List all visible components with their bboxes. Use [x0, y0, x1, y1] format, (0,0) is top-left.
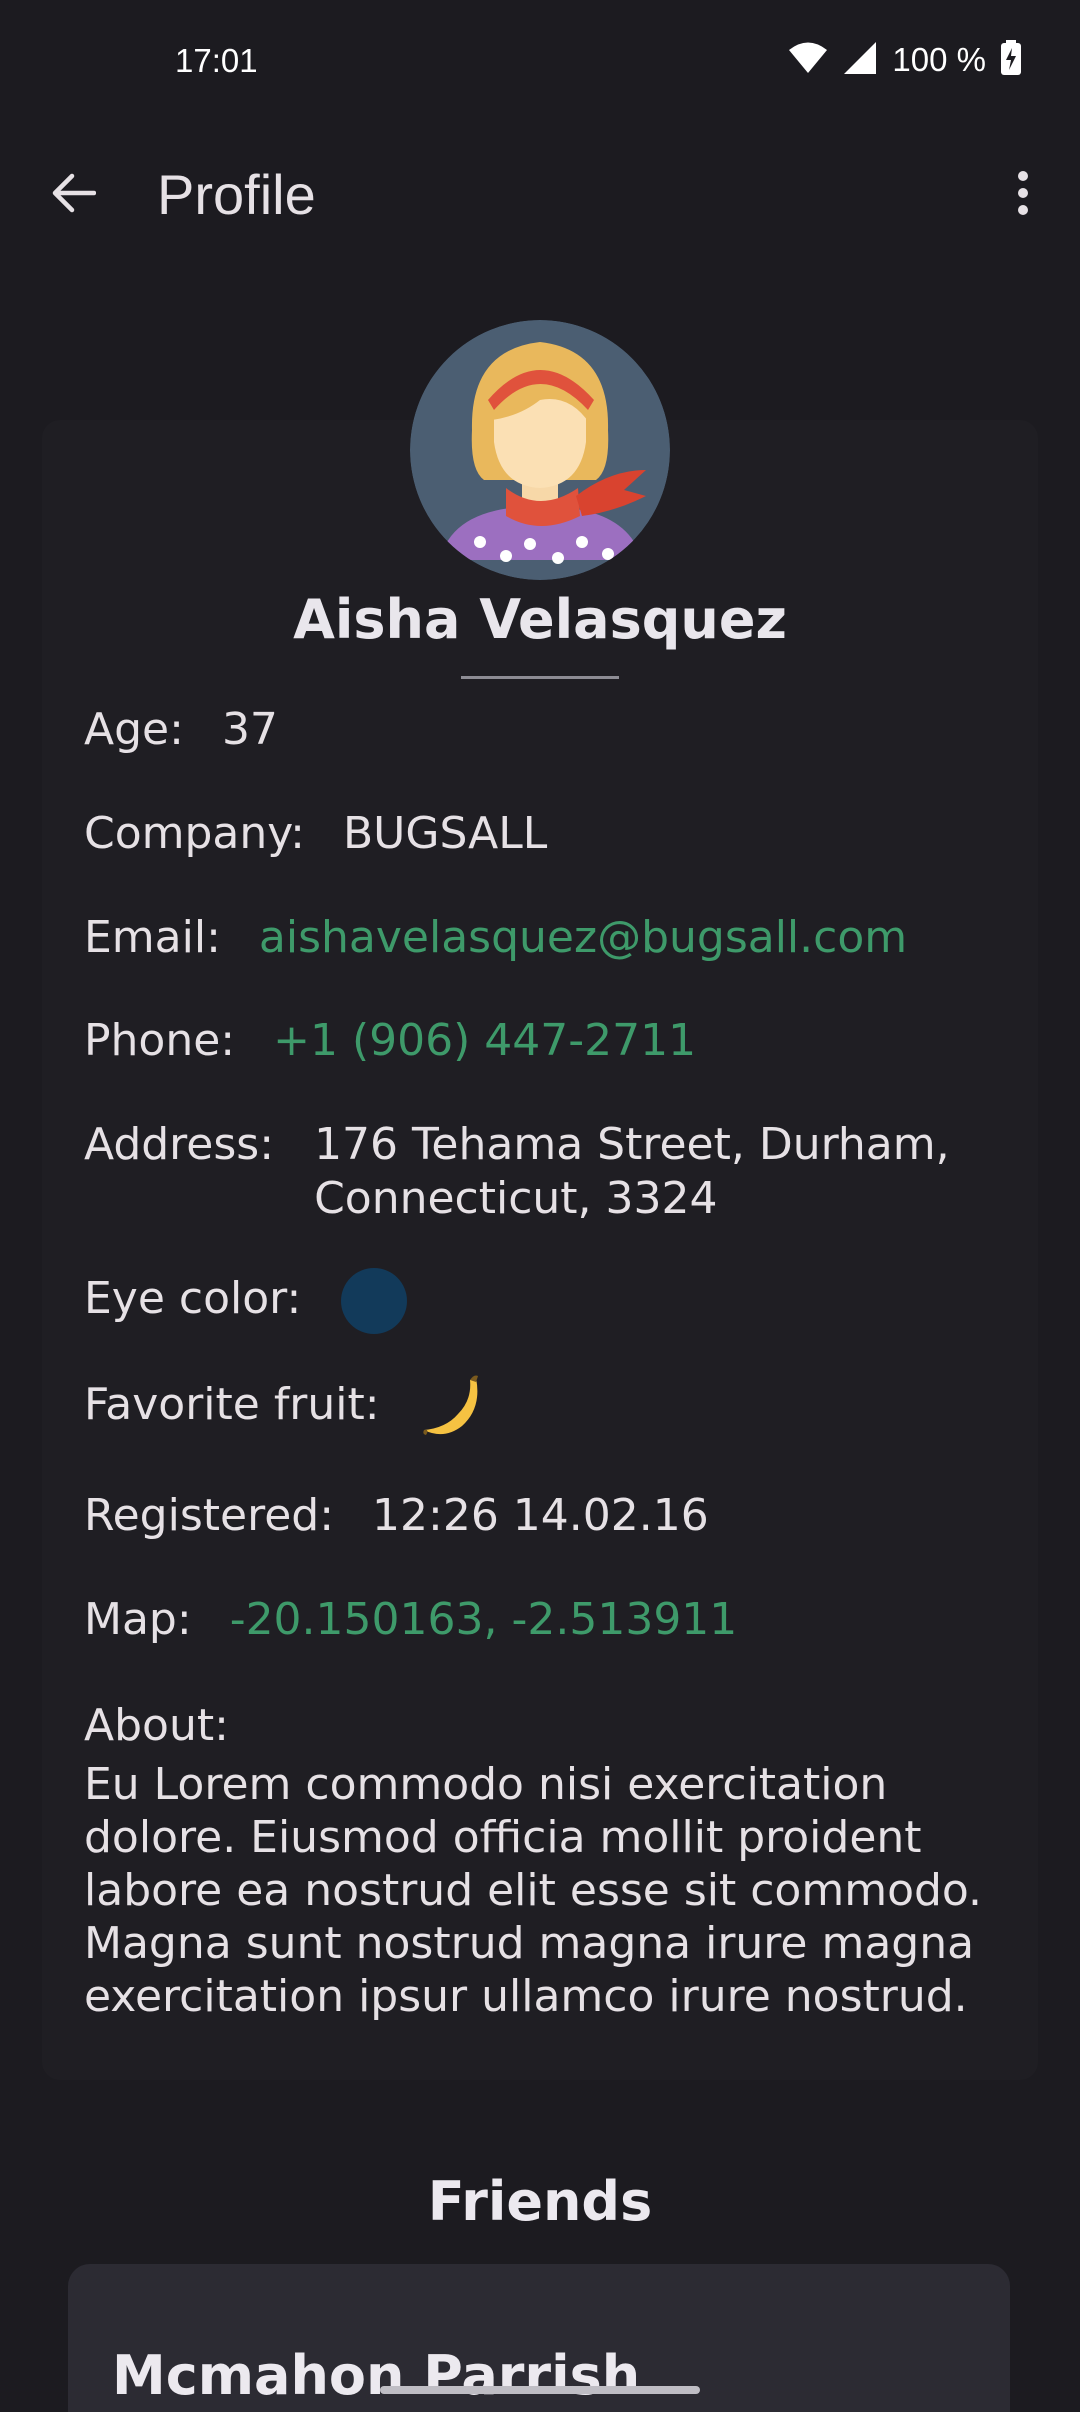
address-line-1: 176 Tehama Street, Durham, — [314, 1119, 950, 1170]
company-row: Company: BUGSALL — [84, 808, 547, 859]
name-divider — [461, 676, 619, 679]
wifi-icon — [788, 41, 828, 79]
status-icons: 100 % — [788, 40, 1022, 80]
age-value: 37 — [221, 704, 278, 755]
phone-label: Phone: — [84, 1015, 236, 1066]
home-indicator[interactable] — [380, 2386, 700, 2394]
email-link[interactable]: aishavelasquez@bugsall.com — [259, 912, 907, 963]
profile-name: Aisha Velasquez — [293, 588, 787, 651]
about-label: About: — [84, 1700, 229, 1751]
map-label: Map: — [84, 1594, 192, 1645]
more-vert-icon — [1017, 170, 1029, 220]
battery-charging-icon — [1000, 40, 1022, 80]
age-row: Age: 37 — [84, 704, 278, 755]
registered-row: Registered: 12:26 14.02.16 — [84, 1490, 709, 1541]
eye-color-row: Eye color: — [84, 1268, 408, 1334]
signal-icon — [842, 40, 878, 80]
status-bar: 17:01 100 % — [0, 0, 1080, 130]
address-line-2: Connecticut, 3324 — [314, 1173, 718, 1224]
eye-color-swatch — [341, 1268, 408, 1334]
friends-title: Friends — [427, 2170, 653, 2233]
battery-percent: 100 % — [892, 41, 986, 78]
favorite-fruit-row: Favorite fruit: — [84, 1372, 488, 1442]
email-label: Email: — [84, 912, 221, 963]
arrow-left-icon — [50, 173, 97, 217]
eye-color-label: Eye color: — [84, 1273, 302, 1324]
company-value: BUGSALL — [342, 808, 548, 859]
address-row: Address: 176 Tehama Street, Durham, Conn… — [84, 1118, 950, 1226]
status-time: 17:01 — [175, 42, 258, 79]
company-label: Company: — [84, 808, 305, 859]
friend-name: Mcmahon Parrish — [112, 2344, 641, 2407]
profile-screen: 17:01 100 % Profile Aisha Velasquez Age:… — [0, 0, 1080, 2412]
top-app-bar: Profile — [0, 130, 1080, 260]
banana-icon — [418, 1372, 488, 1442]
map-row: Map: -20.150163, -2.513911 — [84, 1594, 737, 1645]
back-button[interactable] — [38, 160, 108, 230]
address-label: Address: — [84, 1119, 275, 1170]
page-title: Profile — [157, 163, 316, 226]
about-text: Eu Lorem commodo nisi exercitation dolor… — [84, 1759, 983, 2022]
registered-value: 12:26 14.02.16 — [372, 1490, 709, 1541]
registered-label: Registered: — [84, 1490, 335, 1541]
favorite-fruit-label: Favorite fruit: — [84, 1379, 380, 1430]
phone-link[interactable]: +1 (906) 447-2711 — [273, 1015, 696, 1066]
email-row: Email: aishavelasquez@bugsall.com — [84, 912, 907, 963]
avatar — [410, 320, 670, 580]
phone-row: Phone: +1 (906) 447-2711 — [84, 1015, 696, 1066]
age-label: Age: — [84, 704, 184, 755]
address-value: 176 Tehama Street, Durham, Connecticut, … — [314, 1118, 950, 1226]
map-link[interactable]: -20.150163, -2.513911 — [230, 1594, 738, 1645]
more-options-button[interactable] — [988, 160, 1058, 230]
